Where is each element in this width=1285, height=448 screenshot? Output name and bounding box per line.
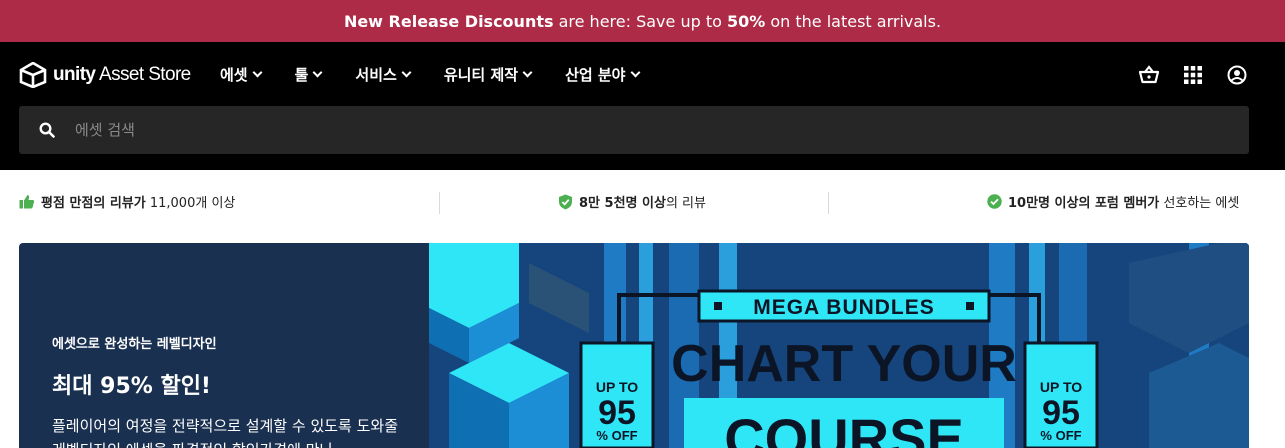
art-badge-upto: UP TO	[596, 379, 638, 395]
trust-item-forum: 10만명 이상의 포럼 멤버가 선호하는 에셋	[987, 192, 1239, 211]
divider	[828, 192, 829, 214]
divider	[439, 192, 440, 214]
hero-banner[interactable]: 에셋으로 완성하는 레벨디자인 최대 95% 할인! 플레이어의 여정을 전략적…	[19, 243, 1249, 448]
art-badge-upto: UP TO	[1040, 379, 1082, 395]
banner-text-block: 에셋으로 완성하는 레벨디자인 최대 95% 할인! 플레이어의 여정을 전략적…	[52, 333, 402, 448]
chevron-down-icon	[252, 67, 263, 78]
thumbs-up-icon	[19, 195, 35, 209]
trust-item-ratings: 평점 만점의 리뷰가 11,000개 이상	[19, 192, 235, 211]
search-icon	[39, 122, 55, 138]
art-ribbon: MEGA BUNDLES	[697, 289, 991, 323]
art-badge-number: 95	[598, 394, 636, 432]
main-menu: 에셋 툴 서비스 유니티 제작 산업 분야	[220, 64, 640, 85]
art-badge-right: UP TO 95 % OFF	[1023, 341, 1099, 448]
search-box[interactable]	[19, 106, 1249, 154]
promo-percent: 50%	[726, 11, 766, 31]
search-bar-container	[0, 106, 1285, 170]
art-headline-2: COURSE	[724, 407, 964, 448]
account-icon[interactable]	[1225, 63, 1249, 87]
banner-description: 플레이어의 여정을 전략적으로 설계할 수 있도록 도와줄 레벨디자인 에셋을 …	[52, 417, 399, 448]
promo-highlight: New Release Discounts	[343, 11, 554, 31]
cart-icon[interactable]	[1137, 63, 1161, 87]
menu-item-industries[interactable]: 산업 분야	[565, 64, 640, 85]
art-badge-left: UP TO 95 % OFF	[579, 341, 655, 448]
trust-ratings-text: 11,000개 이상	[145, 196, 236, 211]
top-navigation: unity Asset Store 에셋 툴 서비스 유니티 제작 산업 분야	[0, 42, 1285, 106]
menu-item-made-with-unity[interactable]: 유니티 제작	[443, 64, 533, 85]
trust-reviews-bold: 8만 5천명 이상	[579, 196, 666, 211]
banner-kicker: 에셋으로 완성하는 레벨디자인	[52, 337, 217, 352]
menu-item-services[interactable]: 서비스	[355, 64, 412, 85]
menu-item-tools[interactable]: 툴	[294, 64, 323, 85]
shield-check-icon	[559, 194, 572, 209]
unity-logo-icon	[19, 62, 47, 88]
banner-artwork: MEGA BUNDLES CHART YOUR COURSE UP TO 95 …	[429, 243, 1249, 448]
nav-icons	[1137, 63, 1249, 87]
art-badge-number: 95	[1042, 394, 1080, 432]
art-ribbon-text: MEGA BUNDLES	[753, 296, 935, 319]
trust-forum-bold: 10만명 이상의 포럼 멤버가	[1008, 196, 1160, 211]
chevron-down-icon	[312, 67, 323, 78]
menu-label: 유니티 제작	[443, 66, 519, 84]
art-badge-off: % OFF	[1040, 428, 1081, 443]
trust-reviews-text: 의 리뷰	[665, 196, 706, 211]
trust-strip: 평점 만점의 리뷰가 11,000개 이상 8만 5천명 이상의 리뷰 10만명…	[0, 170, 1285, 236]
trust-forum-text: 선호하는 에셋	[1159, 196, 1240, 211]
logo-asset-store-text: Asset Store	[99, 64, 191, 85]
banner-title: 최대 95% 할인!	[52, 374, 211, 399]
promo-banner[interactable]: New Release Discounts are here: Save up …	[0, 0, 1285, 42]
search-input[interactable]	[75, 121, 1175, 139]
promo-text: are here: Save up to	[553, 11, 727, 31]
logo-unity-text: unity	[53, 64, 96, 85]
art-badge-off: % OFF	[596, 428, 637, 443]
menu-label: 산업 분야	[565, 66, 626, 84]
trust-item-reviews: 8만 5천명 이상의 리뷰	[558, 192, 706, 211]
apps-grid-icon[interactable]	[1181, 63, 1205, 87]
menu-label: 툴	[294, 66, 309, 84]
promo-text-end: on the latest arrivals.	[765, 11, 942, 31]
menu-label: 서비스	[355, 66, 397, 84]
trust-ratings-bold: 평점 만점의 리뷰가	[41, 196, 146, 211]
check-circle-icon	[987, 194, 1002, 209]
unity-asset-store-logo[interactable]: unity Asset Store	[19, 62, 191, 88]
menu-label: 에셋	[220, 66, 248, 84]
chevron-down-icon	[630, 67, 640, 78]
chevron-down-icon	[401, 67, 412, 78]
menu-item-assets[interactable]: 에셋	[220, 64, 263, 85]
chevron-down-icon	[522, 67, 533, 78]
art-headline-1: CHART YOUR	[671, 335, 1017, 393]
